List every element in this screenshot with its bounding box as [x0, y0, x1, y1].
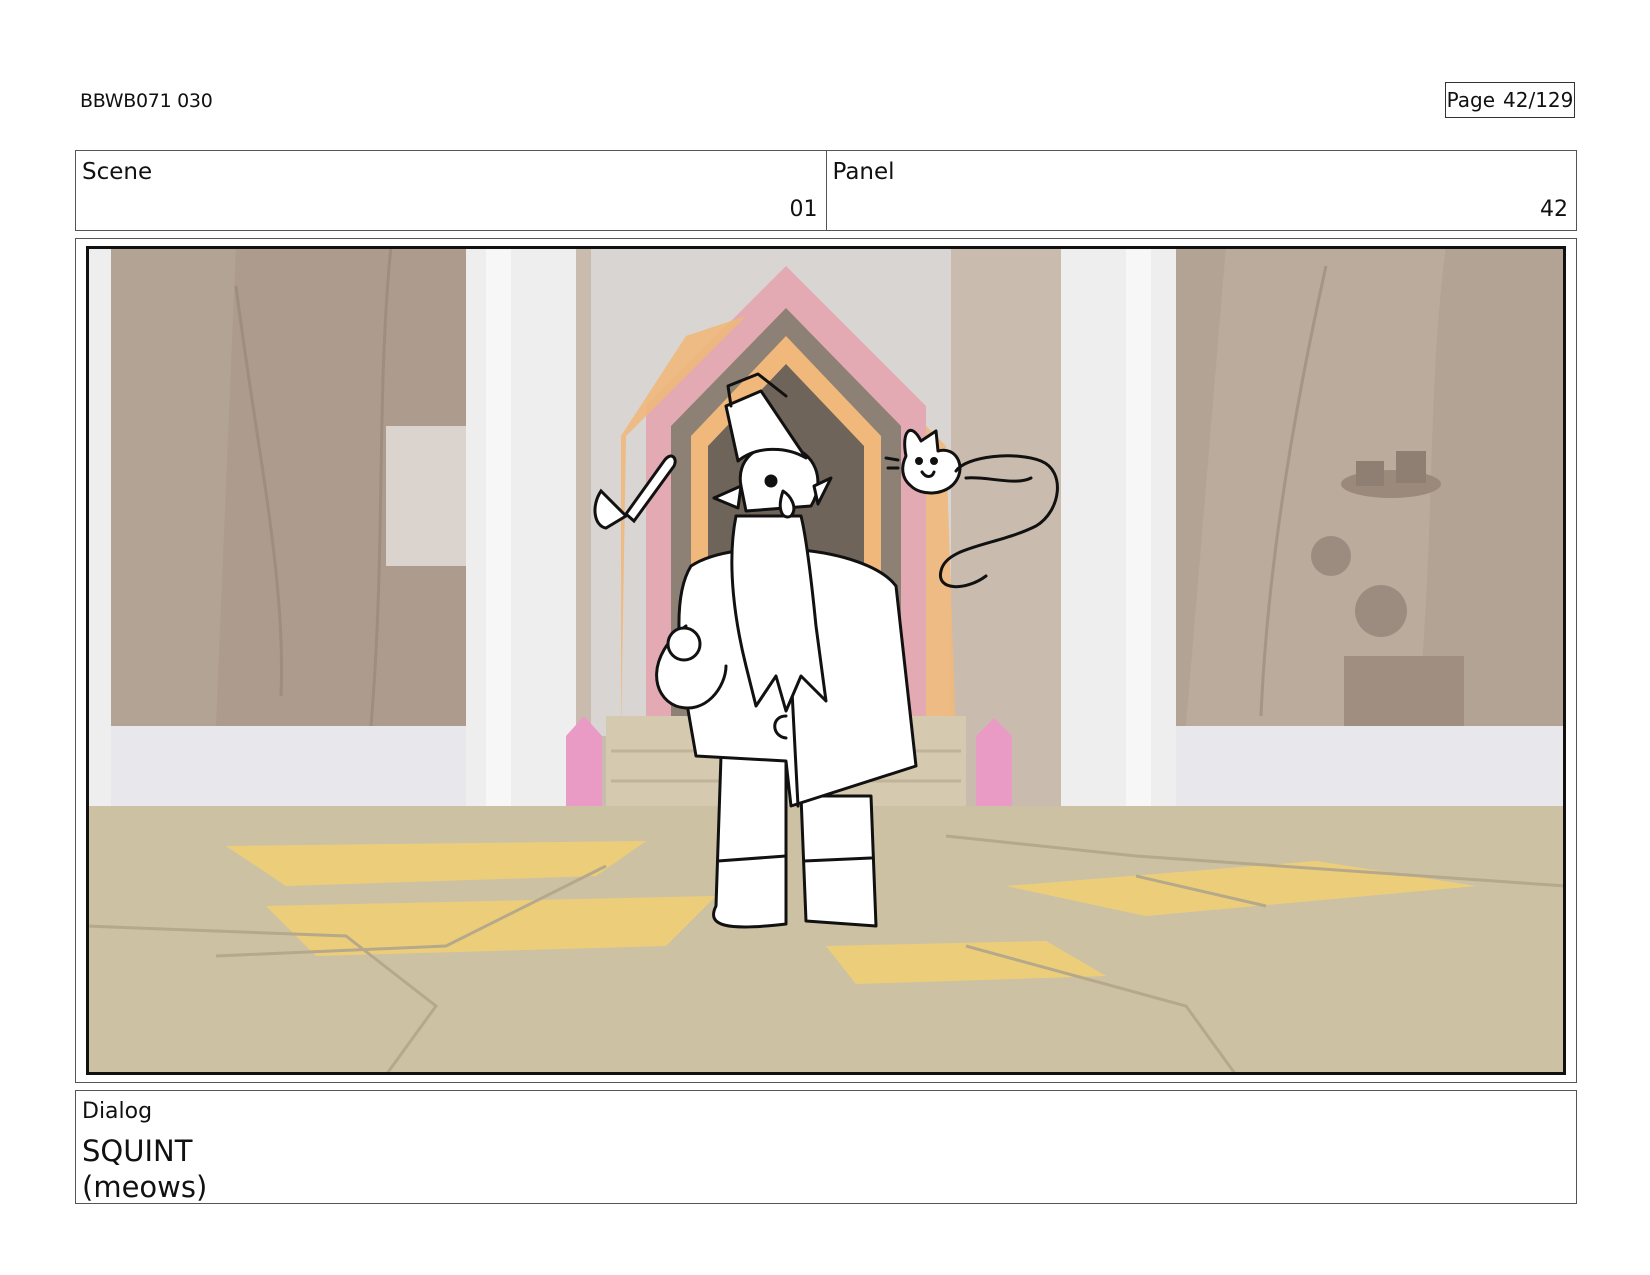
right-pillar [1061, 246, 1176, 806]
storyboard-drawing [86, 246, 1566, 1075]
scene-label: Scene [82, 159, 153, 185]
page-label: Page [1446, 88, 1496, 112]
dialog-box: Dialog SQUINT (meows) [75, 1090, 1577, 1204]
dialog-line-character: SQUINT [82, 1134, 193, 1168]
scene-cell: Scene 01 [76, 151, 826, 230]
panel-number: 42 [1540, 197, 1568, 222]
scene-number: 01 [789, 197, 818, 222]
dialog-line-action: (meows) [82, 1170, 208, 1204]
page-number: 42/129 [1503, 88, 1574, 112]
document-id: BBWB071 030 [80, 90, 213, 112]
dialog-text: SQUINT (meows) [82, 1133, 207, 1205]
left-pillar [466, 246, 576, 806]
scene-panel-row: Scene 01 Panel 42 [75, 150, 1577, 231]
dialog-label: Dialog [82, 1099, 153, 1124]
panel-cell: Panel 42 [825, 151, 1577, 230]
panel-label: Panel [832, 159, 895, 185]
crystal-right [976, 718, 1012, 806]
page-indicator: Page 42/129 [1445, 82, 1575, 118]
storyboard-panel [75, 238, 1577, 1083]
